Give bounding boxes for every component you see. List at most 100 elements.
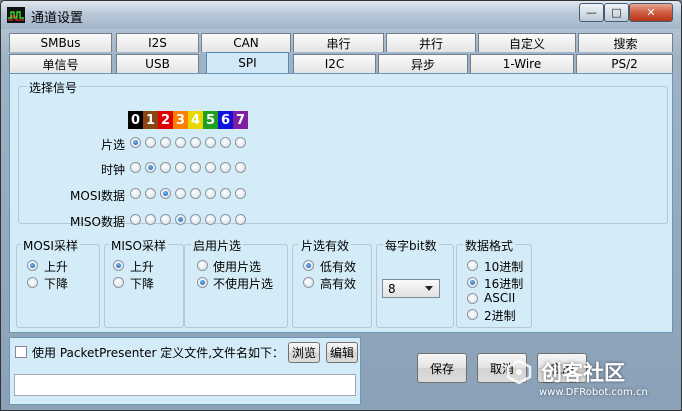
miso-bit-1-radio[interactable] — [145, 214, 156, 225]
maximize-button[interactable]: □ — [604, 3, 629, 22]
tab-i2s[interactable]: I2S — [116, 33, 199, 52]
decimal-radio[interactable] — [467, 260, 478, 271]
mosi-bit-5-radio[interactable] — [205, 188, 216, 199]
bits-per-word-value: 8 — [388, 281, 396, 296]
miso-falling-label: 下降 — [130, 277, 155, 291]
tab-1wire[interactable]: 1-Wire — [470, 54, 574, 73]
cs-bit-4-radio[interactable] — [190, 137, 201, 148]
active-low-radio[interactable] — [303, 260, 314, 271]
clock-bit-5-radio[interactable] — [205, 162, 216, 173]
tab-can[interactable]: CAN — [201, 33, 291, 52]
mosi-falling-radio[interactable] — [27, 277, 38, 288]
cs-bit-0-radio[interactable] — [130, 137, 141, 148]
mosi-bit-6-radio[interactable] — [220, 188, 231, 199]
miso-bit-6-radio[interactable] — [220, 214, 231, 225]
tab-spi[interactable]: SPI — [206, 52, 289, 73]
clock-bit-4-radio[interactable] — [190, 162, 201, 173]
cs-bit-3-radio[interactable] — [175, 137, 186, 148]
tab-search[interactable]: 搜索 — [578, 33, 673, 52]
bit-1-label: 1 — [143, 111, 158, 129]
save-button[interactable]: 保存 — [417, 353, 467, 383]
tab-ps2[interactable]: PS/2 — [576, 54, 673, 73]
title-bar: 通道设置 — □ ✕ — [1, 1, 681, 29]
watermark-text: 创客社区 — [541, 361, 625, 385]
close-button[interactable]: ✕ — [629, 3, 673, 22]
active-high-radio[interactable] — [303, 277, 314, 288]
tab-usb[interactable]: USB — [116, 54, 199, 73]
dfrobot-logo-icon — [506, 359, 532, 385]
packet-presenter-box: 使用 PacketPresenter 定义文件,文件名如下： 浏览 编辑 — [9, 337, 361, 405]
miso-bit-0-radio[interactable] — [130, 214, 141, 225]
watermark-url: www.DFRobot.com.cn — [539, 387, 648, 398]
bit-0-label: 0 — [128, 111, 143, 129]
active-low-label: 低有效 — [320, 260, 357, 274]
miso-bit-3-radio[interactable] — [175, 214, 186, 225]
miso-bit-7-radio[interactable] — [235, 214, 246, 225]
mosi-sample-title: MOSI采样 — [21, 237, 80, 254]
mosi-falling-label: 下降 — [44, 277, 69, 291]
miso-bit-2-radio[interactable] — [160, 214, 171, 225]
tab-single-signal[interactable]: 单信号 — [9, 54, 112, 73]
cs-bit-7-radio[interactable] — [235, 137, 246, 148]
no-cs-label: 不使用片选 — [213, 277, 274, 291]
clock-bit-2-radio[interactable] — [160, 162, 171, 173]
miso-falling-radio[interactable] — [113, 277, 124, 288]
bits-per-word-select[interactable]: 8 — [382, 279, 440, 298]
bits-per-word-title: 每字bit数 — [383, 237, 439, 254]
hex-label: 16进制 — [484, 277, 524, 291]
edit-button[interactable]: 编辑 — [326, 342, 358, 363]
miso-sample-group: MISO采样 上升 下降 — [104, 237, 184, 328]
clock-bit-3-radio[interactable] — [175, 162, 186, 173]
miso-bit-4-radio[interactable] — [190, 214, 201, 225]
bit-5-label: 5 — [203, 111, 218, 129]
mosi-bit-4-radio[interactable] — [190, 188, 201, 199]
tab-async[interactable]: 异步 — [378, 54, 468, 73]
clock-bit-0-radio[interactable] — [130, 162, 141, 173]
miso-bit-5-radio[interactable] — [205, 214, 216, 225]
bit-3-label: 3 — [173, 111, 188, 129]
minimize-button[interactable]: — — [579, 3, 604, 22]
cs-bit-1-radio[interactable] — [145, 137, 156, 148]
clock-bit-7-radio[interactable] — [235, 162, 246, 173]
cs-enable-group: 启用片选 使用片选 不使用片选 — [184, 237, 288, 328]
binary-radio[interactable] — [467, 309, 478, 320]
browse-button[interactable]: 浏览 — [288, 342, 320, 363]
mosi-rising-radio[interactable] — [27, 260, 38, 271]
mosi-sample-group: MOSI采样 上升 下降 — [16, 237, 100, 328]
spi-settings-panel: 选择信号 0 1 2 3 4 5 6 7 片选 时钟 MOSI数据 MISO数据… — [9, 73, 673, 333]
tab-parallel[interactable]: 并行 — [386, 33, 476, 52]
ascii-label: ASCII — [484, 291, 516, 305]
cs-bit-6-radio[interactable] — [220, 137, 231, 148]
maximize-icon: □ — [611, 6, 622, 19]
hex-radio[interactable] — [467, 277, 478, 288]
tab-smbus[interactable]: SMBus — [9, 33, 112, 52]
close-icon: ✕ — [646, 6, 656, 19]
tab-custom[interactable]: 自定义 — [478, 33, 576, 52]
clock-bit-1-radio[interactable] — [145, 162, 156, 173]
tab-serial[interactable]: 串行 — [293, 33, 384, 52]
no-cs-radio[interactable] — [197, 277, 208, 288]
cs-active-group: 片选有效 低有效 高有效 — [292, 237, 372, 328]
mosi-bit-2-radio[interactable] — [160, 188, 171, 199]
chevron-down-icon — [425, 286, 433, 291]
row-label-mosi: MOSI数据 — [70, 189, 125, 203]
mosi-bit-0-radio[interactable] — [130, 188, 141, 199]
clock-bit-6-radio[interactable] — [220, 162, 231, 173]
cs-active-title: 片选有效 — [299, 237, 352, 254]
mosi-bit-7-radio[interactable] — [235, 188, 246, 199]
mosi-bit-1-radio[interactable] — [145, 188, 156, 199]
window-title: 通道设置 — [31, 11, 84, 26]
cs-bit-2-radio[interactable] — [160, 137, 171, 148]
cs-bit-5-radio[interactable] — [205, 137, 216, 148]
channel-settings-window: 通道设置 — □ ✕ SMBus I2S CAN 串行 并行 自定义 搜索 单信… — [0, 0, 682, 411]
mosi-bit-3-radio[interactable] — [175, 188, 186, 199]
decimal-label: 10进制 — [484, 260, 524, 274]
miso-rising-radio[interactable] — [113, 260, 124, 271]
use-cs-radio[interactable] — [197, 260, 208, 271]
tab-i2c[interactable]: I2C — [293, 54, 376, 73]
binary-label: 2进制 — [484, 309, 516, 323]
ascii-radio[interactable] — [467, 293, 478, 304]
miso-rising-label: 上升 — [130, 260, 155, 274]
use-packet-presenter-checkbox[interactable] — [15, 346, 27, 358]
definition-file-input[interactable] — [14, 374, 356, 396]
